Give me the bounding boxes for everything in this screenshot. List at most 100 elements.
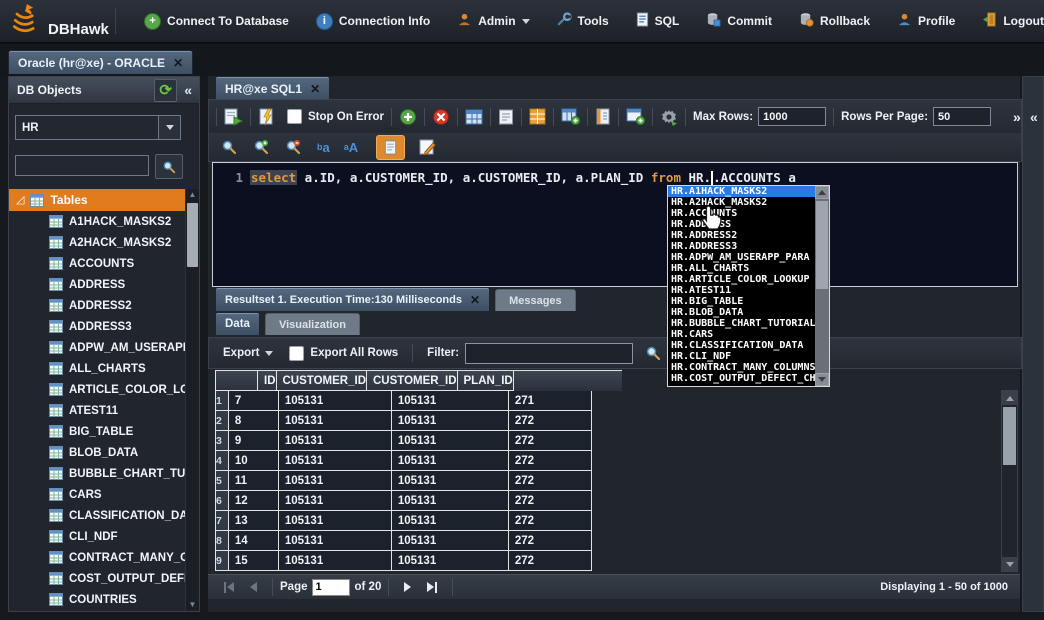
lowercase-button[interactable]: ba — [317, 140, 330, 155]
add-sql-tab-button[interactable] — [399, 108, 417, 126]
menu-rollback[interactable]: Rollback — [799, 12, 870, 30]
table-tree-item[interactable]: ALL_CHARTS — [9, 358, 186, 379]
execute-sql-button[interactable] — [224, 108, 243, 126]
right-collapsed-panel[interactable]: « — [1022, 76, 1044, 612]
autocomplete-item[interactable]: HR.ADDRESS2 — [668, 230, 815, 241]
filter-input[interactable] — [465, 343, 633, 364]
data-tab[interactable]: Data — [215, 312, 260, 335]
cancel-query-button[interactable] — [432, 108, 450, 126]
column-header[interactable]: CUSTOMER_ID — [277, 371, 368, 391]
close-icon[interactable]: ✕ — [173, 56, 183, 70]
autocomplete-item[interactable]: HR.A2HACK_MASKS2 — [668, 197, 815, 208]
visualization-tab[interactable]: Visualization — [265, 313, 360, 335]
refresh-button[interactable]: ⟳ — [154, 79, 177, 102]
zoom-in-button[interactable] — [253, 139, 269, 155]
scroll-down-icon[interactable] — [815, 373, 829, 386]
column-header[interactable]: PLAN_ID — [458, 371, 514, 391]
autocomplete-item[interactable]: HR.ATEST11 — [668, 285, 815, 296]
autocomplete-item[interactable]: HR.COST_OUTPUT_DEFECT_CHA — [668, 373, 815, 384]
page-number-input[interactable] — [312, 579, 350, 596]
scroll-down-icon[interactable] — [1002, 557, 1017, 571]
first-page-button[interactable] — [224, 582, 234, 593]
table-row[interactable]: 9 15 105131 105131 272 — [216, 551, 622, 571]
stop-on-error-checkbox[interactable] — [287, 109, 302, 124]
table-tree-item[interactable]: COST_OUTPUT_DEFE — [9, 568, 186, 589]
export-menu-button[interactable]: Export — [223, 347, 259, 359]
export-excel-button[interactable] — [529, 108, 546, 125]
scrollbar-thumb[interactable] — [1003, 407, 1016, 465]
autocomplete-item[interactable]: HR.BIG_TABLE — [668, 296, 815, 307]
table-tree-item[interactable]: ADPW_AM_USERAPP_ — [9, 337, 186, 358]
result-text-button[interactable] — [498, 109, 514, 125]
scroll-down-icon[interactable]: ▼ — [186, 599, 199, 611]
autocomplete-item[interactable]: HR.ACCOUNTS — [668, 208, 815, 219]
table-row[interactable]: 4 10 105131 105131 272 — [216, 451, 622, 471]
table-row[interactable]: 1 7 105131 105131 271 — [216, 391, 622, 411]
menu-commit[interactable]: Commit — [706, 12, 772, 30]
sql-editor[interactable]: 1select a.ID, a.CUSTOMER_ID, a.CUSTOMER_… — [212, 162, 1018, 287]
zoom-out-button[interactable] — [285, 139, 301, 155]
table-tree-item[interactable]: BIG_TABLE — [9, 421, 186, 442]
menu-sql[interactable]: SQL — [636, 12, 680, 30]
resultset-tab[interactable]: Resultset 1. Execution Time:130 Millisec… — [215, 287, 490, 311]
table-tree-item[interactable]: CONTRACT_MANY_CO — [9, 547, 186, 568]
scroll-up-icon[interactable] — [815, 186, 829, 199]
max-rows-input[interactable] — [758, 107, 826, 126]
dropdown-scrollbar[interactable] — [815, 186, 829, 386]
table-tree-item[interactable]: ACCOUNTS — [9, 253, 186, 274]
table-tree-item[interactable]: CARS — [9, 484, 186, 505]
autocomplete-item[interactable]: HR.BLOB_DATA — [668, 307, 815, 318]
autocomplete-item[interactable]: HR.ARTICLE_COLOR_LOOKUP — [668, 274, 815, 285]
table-tree-item[interactable]: BUBBLE_CHART_TUTO — [9, 463, 186, 484]
chevron-down-icon[interactable] — [265, 351, 273, 356]
toolbar-overflow-icon[interactable]: » — [1013, 109, 1021, 125]
settings-button[interactable] — [660, 108, 678, 126]
format-sql-button[interactable] — [376, 135, 405, 160]
collapse-panel-icon[interactable]: « — [184, 82, 192, 98]
menu-connect-to-database[interactable]: + Connect To Database — [144, 13, 289, 30]
scrollbar-thumb[interactable] — [187, 203, 198, 267]
table-tree-item[interactable]: CLI_NDF — [9, 526, 186, 547]
table-tree-item[interactable]: ARTICLE_COLOR_LOO — [9, 379, 186, 400]
sql-editor-tab[interactable]: HR@xe SQL1 ✕ — [215, 76, 330, 100]
menu-tools[interactable]: Tools — [557, 12, 609, 30]
close-icon[interactable]: ✕ — [310, 82, 320, 96]
table-tree-item[interactable]: ADDRESS2 — [9, 295, 186, 316]
table-row[interactable]: 3 9 105131 105131 272 — [216, 431, 622, 451]
table-row[interactable]: 8 14 105131 105131 272 — [216, 531, 622, 551]
autocomplete-item[interactable]: HR.CONTRACT_MANY_COLUMNS — [668, 362, 815, 373]
table-tree-item[interactable]: ADDRESS — [9, 274, 186, 295]
execute-script-button[interactable] — [258, 108, 277, 126]
table-row[interactable]: 5 11 105131 105131 272 — [216, 471, 622, 491]
search-button[interactable] — [155, 154, 183, 179]
autocomplete-item[interactable]: HR.BUBBLE_CHART_TUTORIAL — [668, 318, 815, 329]
prev-page-button[interactable] — [250, 582, 257, 592]
table-tree-item[interactable]: BLOB_DATA — [9, 442, 186, 463]
menu-admin[interactable]: Admin — [457, 12, 529, 30]
column-header[interactable]: ID — [258, 371, 277, 391]
object-search-input[interactable] — [15, 155, 149, 176]
new-table-button[interactable] — [561, 108, 580, 125]
table-tree-item[interactable]: ATEST11 — [9, 400, 186, 421]
schema-select[interactable]: HR — [15, 115, 181, 140]
table-tree-item[interactable]: A2HACK_MASKS2 — [9, 232, 186, 253]
edit-sql-button[interactable] — [419, 139, 436, 156]
autocomplete-item[interactable]: HR.ADDRESS3 — [668, 241, 815, 252]
scroll-up-icon[interactable]: ▲ — [186, 189, 199, 201]
uppercase-button[interactable]: aA — [344, 140, 358, 155]
scroll-up-icon[interactable] — [1002, 391, 1017, 405]
autocomplete-item[interactable]: HR.A1HACK_MASKS2 — [668, 186, 815, 197]
autocomplete-item[interactable]: HR.ALL_CHARTS — [668, 263, 815, 274]
next-page-button[interactable] — [404, 582, 411, 592]
close-icon[interactable]: ✕ — [470, 293, 480, 307]
expand-panel-icon[interactable]: « — [1030, 109, 1036, 125]
table-row[interactable]: 6 12 105131 105131 272 — [216, 491, 622, 511]
autocomplete-item[interactable]: HR.CLI_NDF — [668, 351, 815, 362]
select-arrow[interactable] — [158, 116, 180, 139]
apply-filter-button[interactable] — [645, 345, 661, 361]
column-header[interactable]: CUSTOMER_ID — [367, 371, 458, 391]
tree-scrollbar[interactable]: ▲ ▼ — [185, 189, 199, 611]
menu-connection-info[interactable]: i Connection Info — [316, 13, 430, 30]
autocomplete-item[interactable]: HR.CLASSIFICATION_DATA — [668, 340, 815, 351]
result-grid-button[interactable] — [465, 109, 483, 125]
